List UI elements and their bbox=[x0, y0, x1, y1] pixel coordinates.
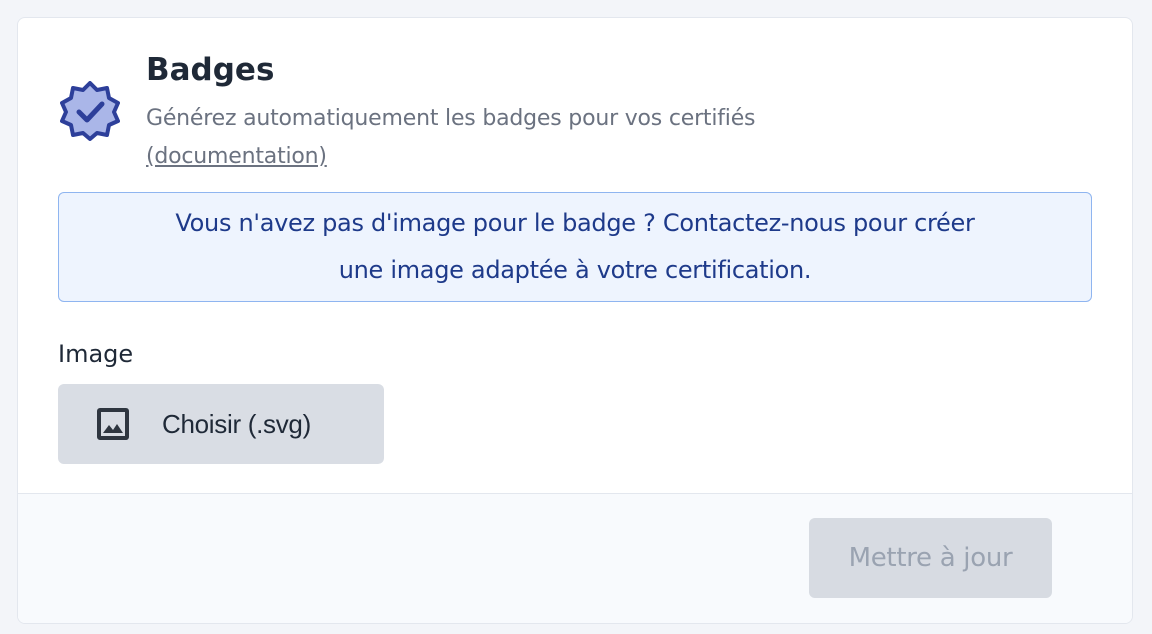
verified-badge-icon bbox=[60, 81, 120, 141]
info-alert: Vous n'avez pas d'image pour le badge ? … bbox=[58, 192, 1092, 302]
card-footer: Mettre à jour bbox=[18, 493, 1132, 623]
image-field-label: Image bbox=[58, 340, 134, 368]
subtitle-text: Générez automatiquement les badges pour … bbox=[146, 106, 756, 131]
documentation-link[interactable]: (documentation) bbox=[146, 144, 327, 169]
choose-svg-label: Choisir (.svg) bbox=[162, 409, 311, 439]
info-message: Vous n'avez pas d'image pour le badge ? … bbox=[175, 209, 975, 284]
choose-svg-button[interactable]: Choisir (.svg) bbox=[58, 384, 384, 464]
section-subtitle: Générez automatiquement les badges pour … bbox=[146, 100, 1046, 176]
section-title: Badges bbox=[146, 52, 275, 88]
card-body: Badges Générez automatiquement les badge… bbox=[18, 18, 1132, 493]
image-icon bbox=[97, 408, 129, 440]
update-button[interactable]: Mettre à jour bbox=[809, 518, 1052, 598]
badges-card: Badges Générez automatiquement les badge… bbox=[17, 17, 1133, 624]
